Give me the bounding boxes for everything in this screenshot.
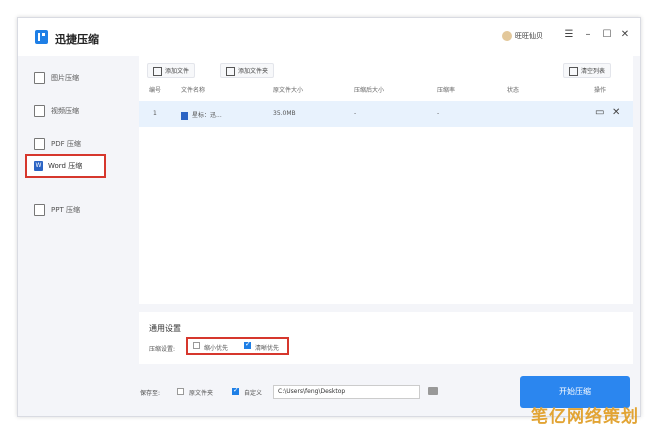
clarity-first-checkbox[interactable]	[244, 340, 251, 349]
custom-path-label: 自定义	[244, 390, 263, 397]
remove-row-icon[interactable]: ✕	[612, 107, 620, 118]
maximize-icon[interactable]: ☐	[601, 29, 613, 41]
image-icon	[34, 72, 45, 84]
video-icon	[34, 105, 45, 117]
clear-list-label: 清空列表	[581, 68, 606, 75]
smaller-first-label: 缩小优先	[204, 345, 229, 352]
sidebar-item-video[interactable]: 视频压缩	[34, 102, 79, 120]
sidebar: 图片压缩 视频压缩 PDF 压缩 PPT 压缩	[18, 56, 130, 416]
add-file-button[interactable]: 添加文件	[147, 63, 196, 78]
save-to-label: 保存至:	[140, 390, 161, 397]
word-doc-icon	[181, 111, 188, 120]
clear-list-button[interactable]: 清空列表	[563, 63, 612, 78]
row-ratio: -	[437, 110, 440, 117]
column-header-ratio: 压缩率	[437, 87, 456, 94]
smaller-first-checkbox[interactable]	[193, 342, 200, 349]
user-name: 旺旺仙贝	[515, 32, 543, 40]
column-header-status: 状态	[507, 87, 520, 94]
row-size: 35.0MB	[273, 110, 296, 117]
sidebar-item-ppt[interactable]: PPT 压缩	[34, 201, 80, 219]
sidebar-item-label: Word 压缩	[48, 162, 83, 170]
column-header-compressed: 压缩后大小	[354, 87, 385, 94]
settings-panel: 通用设置 压缩设置: 缩小优先 清晰优先	[139, 312, 633, 364]
file-list-panel: 添加文件 添加文件夹 清空列表 编号 文件名称 原文件大小 压缩后大小 压缩率 …	[139, 56, 633, 304]
sidebar-item-word[interactable]: W Word 压缩	[25, 154, 106, 178]
app-logo-icon	[35, 30, 48, 44]
app-title: 迅捷压缩	[55, 33, 99, 46]
open-folder-icon[interactable]: ▭	[595, 107, 604, 118]
save-path-input[interactable]	[273, 385, 420, 399]
settings-title: 通用设置	[149, 324, 181, 333]
add-folder-label: 添加文件夹	[238, 68, 269, 75]
sidebar-item-label: 视频压缩	[51, 107, 79, 115]
ppt-icon	[34, 204, 45, 216]
row-file-name: 星标：迅...	[181, 110, 222, 120]
clarity-first-label: 清晰优先	[255, 345, 280, 352]
add-folder-button[interactable]: 添加文件夹	[220, 63, 275, 78]
compress-options-highlight: 缩小优先 清晰优先	[186, 337, 289, 355]
row-index: 1	[153, 110, 157, 117]
compress-setting-label: 压缩设置:	[149, 346, 176, 353]
custom-path-checkbox[interactable]	[232, 386, 239, 395]
column-header-actions: 操作	[594, 87, 607, 94]
file-name-text: 星标：迅...	[192, 112, 222, 119]
word-icon: W	[34, 161, 43, 171]
menu-icon[interactable]: ☰	[563, 29, 575, 41]
column-header-size: 原文件大小	[273, 87, 304, 94]
pdf-icon	[34, 138, 45, 150]
trash-icon	[569, 67, 578, 76]
original-folder-checkbox[interactable]	[177, 388, 184, 395]
sidebar-item-label: PDF 压缩	[51, 140, 81, 148]
watermark: 笔亿网络策划	[531, 407, 639, 427]
sidebar-item-label: PPT 压缩	[51, 206, 80, 214]
column-header-index: 编号	[149, 87, 162, 94]
add-folder-icon	[226, 67, 235, 76]
sidebar-item-pdf[interactable]: PDF 压缩	[34, 135, 81, 153]
sidebar-item-label: 图片压缩	[51, 74, 79, 82]
folder-icon[interactable]	[428, 387, 438, 395]
avatar	[502, 31, 512, 41]
minimize-icon[interactable]: –	[582, 29, 594, 41]
add-file-icon	[153, 67, 162, 76]
table-row[interactable]: 1 星标：迅... 35.0MB - - ▭ ✕	[139, 101, 633, 127]
add-file-label: 添加文件	[165, 68, 190, 75]
sidebar-item-image[interactable]: 图片压缩	[34, 69, 79, 87]
row-compressed: -	[354, 110, 357, 117]
user-account[interactable]: 旺旺仙贝	[502, 31, 543, 41]
title-bar: 迅捷压缩 旺旺仙贝 ☰ – ☐ ✕	[18, 18, 640, 56]
column-header-name: 文件名称	[181, 87, 206, 94]
close-icon[interactable]: ✕	[619, 29, 631, 41]
original-folder-label: 原文件夹	[189, 390, 214, 397]
app-window: 迅捷压缩 旺旺仙贝 ☰ – ☐ ✕ 图片压缩 视频压缩 PDF 压缩 PPT 压…	[17, 17, 641, 417]
